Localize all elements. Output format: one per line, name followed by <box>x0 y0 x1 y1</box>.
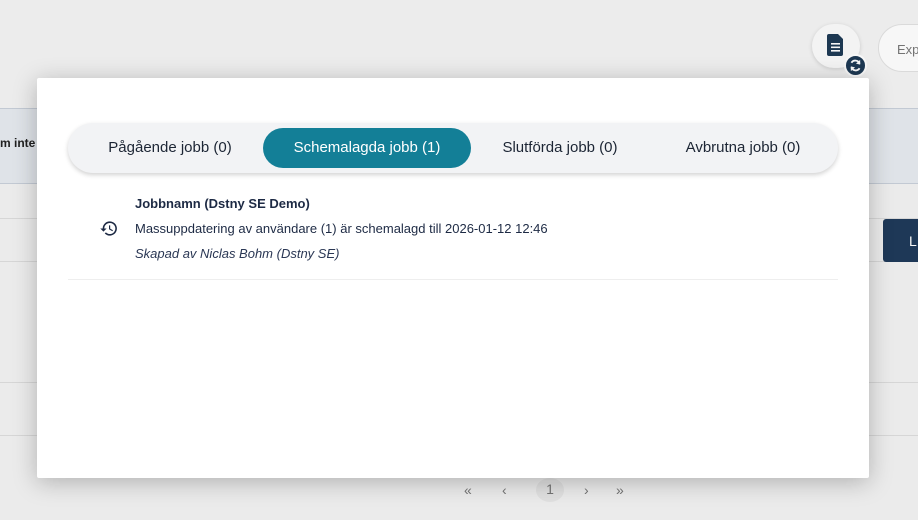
job-created-by: Skapad av Niclas Bohm (Dstny SE) <box>135 246 340 261</box>
tab-ongoing-jobs[interactable]: Pågående jobb (0) <box>74 128 266 168</box>
job-description: Massuppdatering av användare (1) är sche… <box>135 221 548 236</box>
tab-cancelled-jobs[interactable]: Avbrutna jobb (0) <box>653 128 833 168</box>
tab-scheduled-jobs[interactable]: Schemalagda jobb (1) <box>263 128 471 168</box>
job-name: Jobbnamn (Dstny SE Demo) <box>135 196 310 211</box>
job-status-tabs: Pågående jobb (0) Schemalagda jobb (1) S… <box>68 123 838 173</box>
jobs-modal: Pågående jobb (0) Schemalagda jobb (1) S… <box>37 78 869 478</box>
job-list-item: Jobbnamn (Dstny SE Demo) Massuppdatering… <box>68 184 838 280</box>
history-icon <box>100 221 117 236</box>
tab-completed-jobs[interactable]: Slutförda jobb (0) <box>471 128 649 168</box>
